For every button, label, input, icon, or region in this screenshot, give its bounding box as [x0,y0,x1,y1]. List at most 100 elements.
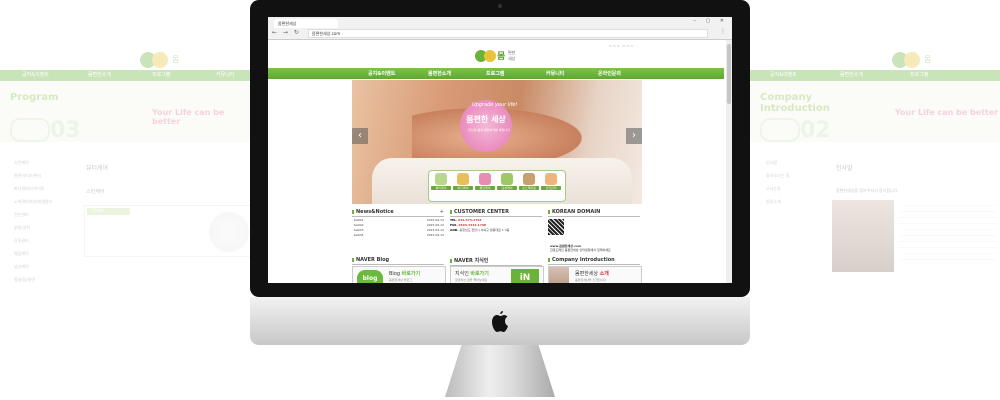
bg-page-title: Company Introduction [760,92,830,114]
svg-text:몸: 몸 [924,55,931,64]
domain-title: KOREAN DOMAIN [548,209,640,217]
bg-side-item: 원장소개 [766,199,781,204]
qr-code-icon[interactable] [548,219,564,235]
bg-photo [209,212,249,252]
company-link-a: 몸편한세상 [575,271,599,277]
program-icon-body[interactable]: 바디케어 [453,173,473,190]
add-label: ADD. [450,228,459,232]
news-row[interactable]: · test01 2015.09.12 [352,218,444,222]
nav-arrows-icon[interactable]: ← → ↻ [272,29,301,36]
naver-blog: NAVER Blog blog Blog 바로가기 몸편한세상 블로그 [352,257,446,283]
monitor-screen: 몸편한세상 – ▢ ✕ ← → ↻ 몸편한세상.com ⋮ ▭▭▭ ▭▭▭ 몸 … [268,17,732,283]
background-page-left: 몸 공지&이벤트 몸편한소개 프로그램 커뮤니티 Program 03 Your… [0,0,250,400]
program-icon-wedding[interactable]: 웨딩케어 [475,173,495,190]
news-section: News&Notice + · test01 2015.09.12 · test02… [352,209,444,237]
bg-side-item: 부항/경락 [14,225,31,230]
blog-banner[interactable]: blog Blog 바로가기 몸편한세상 블로그 [352,266,446,283]
tel-value[interactable]: 041-573-1793 [458,218,481,222]
kin-sub: 궁금하신 점을 물어보세요 [455,278,488,282]
bg-side-item: 전신관리 [14,212,29,217]
svg-text:세상: 세상 [508,55,516,61]
news-item-date: 2015.09.12 [426,233,444,237]
news-more-button[interactable]: + [440,209,444,215]
nav-item-program[interactable]: 프로그램 [486,70,504,77]
news-item-date: 2015.09.12 [426,218,444,222]
news-item-date: 2015.09.12 [426,228,444,232]
window-controls[interactable]: – ▢ ✕ [693,18,728,24]
kin-link-a: 지식인 [455,271,469,277]
leaf-icon [10,118,50,142]
fax-label: FAX. [450,223,458,227]
bg-side-item: 노화관리/피부재생관리 [14,199,53,204]
menu-icon[interactable]: ⋮ [720,28,726,35]
customer-title: CUSTOMER CENTER [450,209,542,217]
kin-link-b: 바로가기 [470,271,489,277]
company-sub: 몸편한세상을 소개합니다 [575,278,607,282]
kin-banner[interactable]: 지식인 바로가기 궁금하신 점을 물어보세요 iN [450,266,544,283]
news-item-date: 2015.09.12 [426,223,444,227]
icon-label: 홈스케어링 [519,186,539,190]
slider-next-button[interactable]: › [626,128,642,144]
news-item-title: test04 [353,233,364,237]
company-photo [549,267,569,283]
bg-nav: 공지&이벤트 몸편한소개 프로그램 [750,70,1000,81]
bg-photo [832,200,894,272]
bg-nav-item: 프로그램 [152,72,171,78]
naver-kin: NAVER 지식인 지식인 바로가기 궁금하신 점을 물어보세요 iN [450,257,544,283]
program-icons: 뷰티케어 바디케어 웨딩케어 남성케어 홈스케어링 산전관리 [428,170,566,202]
tel-row: TEL. 041-573-1793 [450,218,542,222]
icon-label: 산전관리 [541,186,561,190]
hero-slider: Upgrade your life! 몸편한 세상 당신의 몸이 편안하기를 바… [352,80,642,204]
nav-item-about[interactable]: 몸편한소개 [428,70,451,77]
leaf-icon [760,118,800,142]
company-title: Company Introduction [548,257,640,265]
slider-prev-button[interactable]: ‹ [352,128,368,144]
bg-page-title: Program [10,92,59,103]
bg-side-item: 얼굴/등/골반 [14,277,36,282]
kin-link: 지식인 바로가기 [455,270,489,277]
bg-slogan: Your Life can be better [152,108,225,126]
bg-side-item: 바디관리/다이어트 [14,186,45,191]
bg-side-item: 발관리/다리관리 [14,173,42,178]
top-links[interactable]: ▭▭▭ ▭▭▭ [609,44,634,48]
scrollbar[interactable] [726,40,732,283]
kin-title: NAVER 지식인 [450,257,542,266]
apple-logo-icon [492,311,508,332]
blog-sub: 몸편한세상 블로그 [389,278,413,282]
blog-link: Blog 바로가기 [389,270,420,277]
nav-item-inquiry[interactable]: 온라인문의 [598,70,621,77]
nav-item-community[interactable]: 커뮤니티 [546,70,564,77]
fax-row: FAX. 0303-3442-1798 [450,223,542,227]
news-item-title: test02 [353,223,364,227]
blog-badge: blog [357,270,383,283]
slider-tagline: Upgrade your life! [472,102,518,108]
news-title: News&Notice + [352,209,444,217]
slider-title: 몸편한 세상 [466,115,506,124]
bg-section-sub: 스킨케어 [86,189,105,195]
bg-side-item: 찾아오시는 길 [766,173,790,178]
camera-icon [498,4,502,8]
news-row[interactable]: · test04 2015.09.12 [352,233,444,237]
program-icon-men[interactable]: 남성케어 [497,173,517,190]
scrollbar-thumb[interactable] [727,44,731,104]
company-banner[interactable]: 몸편한세상 소개 몸편한세상을 소개합니다 [548,266,642,283]
tel-label: TEL. [450,218,458,222]
korean-domain: KOREAN DOMAIN www.몸편한세상.com 한글도메인 몸편한세상 인… [548,209,640,255]
program-icon-home[interactable]: 홈스케어링 [519,173,539,190]
news-row[interactable]: · test03 2015.09.12 [352,228,444,232]
icon-label: 웨딩케어 [475,186,495,190]
program-icon-beauty[interactable]: 뷰티케어 [431,173,451,190]
blog-title: NAVER Blog [352,257,444,265]
bg-nav-item: 공지&이벤트 [770,72,797,78]
program-icon-prenatal[interactable]: 산전관리 [541,173,561,190]
address-bar[interactable]: 몸편한세상.com [308,29,708,38]
bg-nav-item: 공지&이벤트 [22,72,49,78]
site-logo[interactable]: 몸 편한 세상 [474,45,524,65]
browser-tab[interactable]: 몸편한세상 [274,19,338,28]
nav-item-notice[interactable]: 공지&이벤트 [368,70,395,77]
domain-desc: 한글도메인 몸편한세상 인터넷창에서 입력하세요 [550,248,611,252]
website: ▭▭▭ ▭▭▭ 몸 편한 세상 공지&이벤트 몸편한소개 프로그램 커뮤니티 온… [268,40,724,283]
news-row[interactable]: · test02 2015.09.12 [352,223,444,227]
bg-nav-item: 프로그램 [910,72,929,78]
icon-label: 뷰티케어 [431,186,451,190]
